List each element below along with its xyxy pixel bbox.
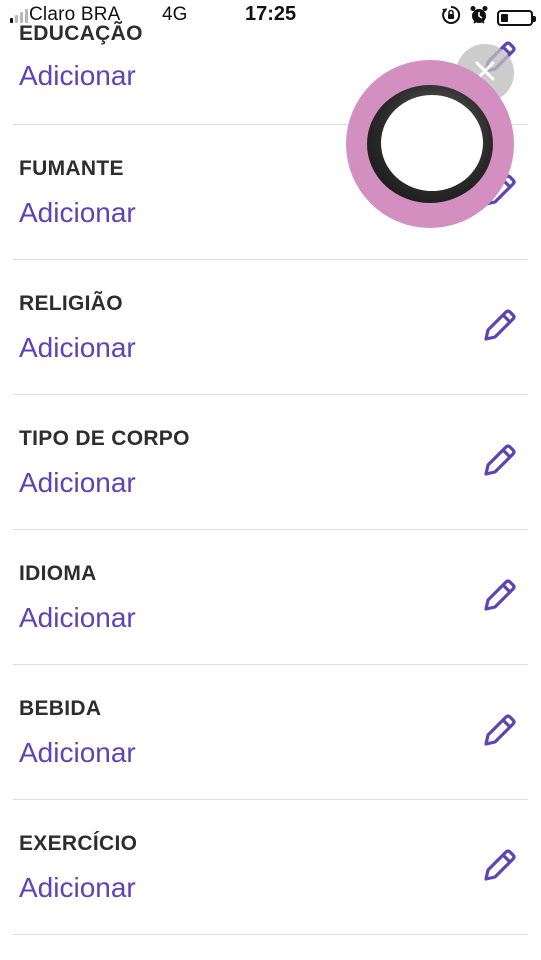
bubble-avatar bbox=[367, 85, 493, 203]
pencil-icon bbox=[479, 576, 519, 621]
field-label: TIPO DE CORPO bbox=[19, 427, 190, 450]
field-label: BEBIDA bbox=[19, 697, 102, 720]
field-add-link[interactable]: Adicionar bbox=[19, 737, 136, 769]
edit-button[interactable] bbox=[477, 846, 521, 890]
edit-button[interactable] bbox=[477, 576, 521, 620]
field-row-religiao: RELIGIÃO Adicionar bbox=[0, 260, 541, 395]
status-time: 17:25 bbox=[245, 3, 297, 25]
rotation-lock-icon bbox=[441, 5, 461, 30]
field-add-link[interactable]: Adicionar bbox=[19, 60, 136, 92]
field-row-exercicio: EXERCÍCIO Adicionar bbox=[0, 800, 541, 935]
field-label: FUMANTE bbox=[19, 157, 124, 180]
carrier-name: Claro BRA bbox=[29, 4, 121, 25]
pencil-icon bbox=[479, 846, 519, 891]
field-add-link[interactable]: Adicionar bbox=[19, 467, 136, 499]
battery-icon bbox=[497, 9, 536, 26]
field-add-link[interactable]: Adicionar bbox=[19, 872, 136, 904]
pencil-icon bbox=[479, 441, 519, 486]
field-label: IDIOMA bbox=[19, 562, 97, 585]
field-label: RELIGIÃO bbox=[19, 292, 123, 315]
edit-button[interactable] bbox=[477, 441, 521, 485]
field-add-link[interactable]: Adicionar bbox=[19, 602, 136, 634]
pencil-icon bbox=[479, 711, 519, 756]
field-label: EXERCÍCIO bbox=[19, 832, 138, 855]
signal-strength-icon bbox=[10, 9, 28, 23]
status-bar: Claro BRA 4G 17:25 bbox=[0, 0, 541, 36]
floating-chat-bubble[interactable] bbox=[346, 60, 514, 228]
pencil-icon bbox=[479, 306, 519, 351]
divider bbox=[13, 934, 528, 935]
field-row-idioma: IDIOMA Adicionar bbox=[0, 530, 541, 665]
edit-button[interactable] bbox=[477, 711, 521, 755]
field-row-bebida: BEBIDA Adicionar bbox=[0, 665, 541, 800]
field-row-tipo-de-corpo: TIPO DE CORPO Adicionar bbox=[0, 395, 541, 530]
status-icons bbox=[441, 5, 536, 30]
field-add-link[interactable]: Adicionar bbox=[19, 332, 136, 364]
alarm-icon bbox=[469, 5, 489, 30]
edit-button[interactable] bbox=[477, 306, 521, 350]
field-add-link[interactable]: Adicionar bbox=[19, 197, 136, 229]
network-type: 4G bbox=[162, 4, 188, 25]
